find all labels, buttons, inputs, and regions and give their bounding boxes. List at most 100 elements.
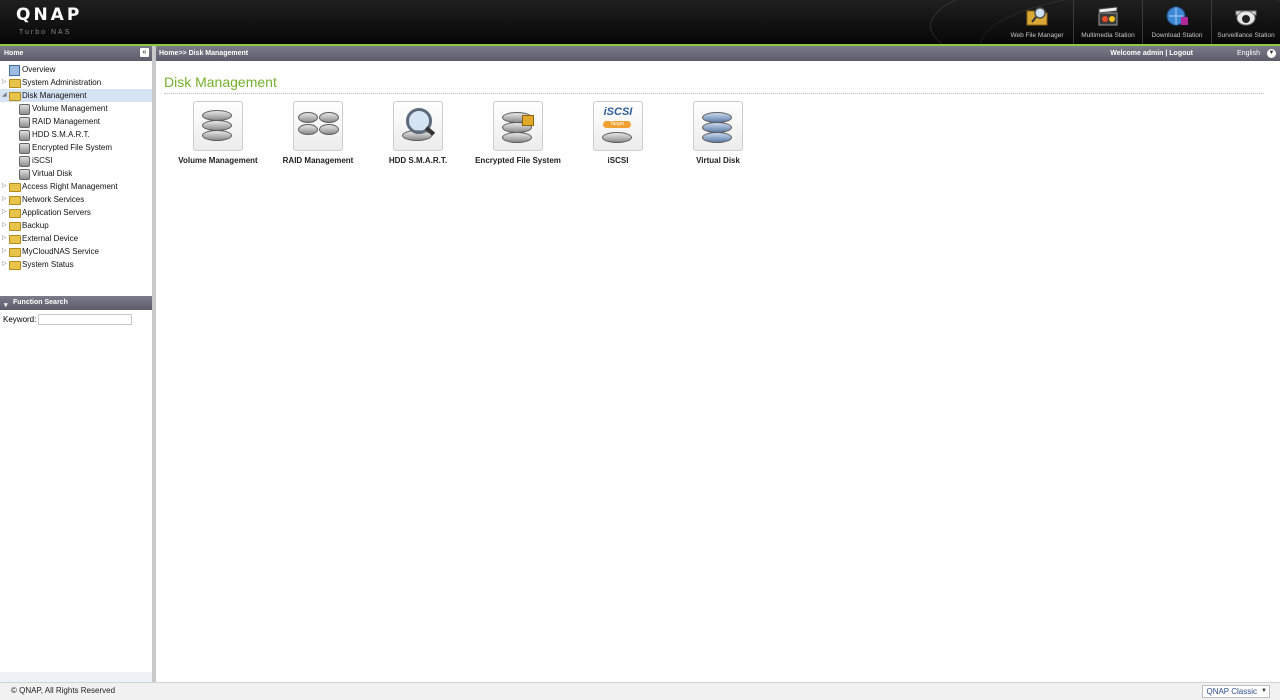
language-selector[interactable]: English xyxy=(1237,46,1260,61)
volume-management-tile[interactable]: Volume Management xyxy=(168,101,268,165)
app-label: Surveillance Station xyxy=(1217,32,1275,39)
security-camera-icon xyxy=(1235,10,1257,26)
sidebar-item-iscsi[interactable]: iSCSI xyxy=(0,154,152,167)
sidebar-item-raid-management[interactable]: RAID Management xyxy=(0,115,152,128)
tile-label: Encrypted File System xyxy=(475,156,561,165)
overview-page-icon xyxy=(9,65,20,76)
expand-arrow-icon[interactable]: ▷ xyxy=(2,76,8,89)
app-label: Web File Manager xyxy=(1010,32,1064,39)
iscsi-icon xyxy=(19,156,30,167)
multimedia-station-button[interactable]: Multimedia Station xyxy=(1073,0,1142,44)
folder-icon xyxy=(9,222,21,231)
folder-open-icon xyxy=(9,92,21,101)
breadcrumb-bar: Home>> Disk Management Welcome admin | L… xyxy=(156,46,1280,61)
sidebar: Home « Overview ▷ System Administration … xyxy=(0,46,156,682)
volume-disks-icon xyxy=(193,101,243,151)
sidebar-item-network-services[interactable]: ▷ Network Services xyxy=(0,193,152,206)
hdd-smart-tile[interactable]: HDD S.M.A.R.T. xyxy=(368,101,468,165)
sidebar-item-overview[interactable]: Overview xyxy=(0,63,152,76)
tile-label: HDD S.M.A.R.T. xyxy=(388,156,448,165)
keyword-input[interactable] xyxy=(38,314,133,325)
sidebar-item-external-device[interactable]: ▷ External Device xyxy=(0,232,152,245)
navigation-tree: Overview ▷ System Administration ◢ Disk … xyxy=(0,61,152,271)
hdd-smart-icon xyxy=(19,130,30,141)
expand-arrow-icon[interactable]: ▷ xyxy=(2,206,8,219)
folder-icon xyxy=(9,248,21,257)
virtual-disk-icon xyxy=(19,169,30,180)
encrypted-file-system-tile[interactable]: Encrypted File System xyxy=(468,101,568,165)
home-label[interactable]: Home xyxy=(4,50,23,57)
breadcrumb[interactable]: Home>> Disk Management xyxy=(159,46,248,61)
web-file-manager-button[interactable]: Web File Manager xyxy=(1001,0,1073,44)
expand-arrow-icon[interactable]: ▷ xyxy=(2,258,8,271)
iscsi-target-icon: iSCSI Target xyxy=(593,101,643,151)
sidebar-item-mycloudnas-service[interactable]: ▷ MyCloudNAS Service xyxy=(0,245,152,258)
surveillance-station-button[interactable]: Surveillance Station xyxy=(1211,0,1280,44)
chevron-down-icon[interactable]: ▼ xyxy=(1267,49,1276,58)
tile-label: Volume Management xyxy=(178,156,258,165)
brand-subtitle: Turbo NAS xyxy=(19,29,72,36)
tile-label: iSCSI xyxy=(607,156,629,165)
raid-disk-icon xyxy=(19,117,30,128)
download-globe-icon xyxy=(1166,6,1188,26)
film-clapper-icon xyxy=(1098,6,1118,26)
sidebar-header: Home « xyxy=(0,46,152,61)
sidebar-item-disk-management[interactable]: ◢ Disk Management xyxy=(0,89,152,102)
expand-arrow-icon[interactable]: ▷ xyxy=(2,193,8,206)
sidebar-item-access-right-management[interactable]: ▷ Access Right Management xyxy=(0,180,152,193)
keyword-row: Keyword: xyxy=(0,314,152,325)
folder-magnifier-icon xyxy=(1026,7,1048,26)
sidebar-item-backup[interactable]: ▷ Backup xyxy=(0,219,152,232)
tile-label: Virtual Disk xyxy=(696,156,740,165)
folder-icon xyxy=(9,79,21,88)
folder-icon xyxy=(9,183,21,192)
sidebar-item-system-status[interactable]: ▷ System Status xyxy=(0,258,152,271)
sidebar-item-application-servers[interactable]: ▷ Application Servers xyxy=(0,206,152,219)
expand-arrow-icon[interactable]: ▷ xyxy=(2,232,8,245)
sidebar-item-system-administration[interactable]: ▷ System Administration xyxy=(0,76,152,89)
tile-label: RAID Management xyxy=(282,156,354,165)
raid-management-tile[interactable]: RAID Management xyxy=(268,101,368,165)
raid-disks-icon xyxy=(293,101,343,151)
hdd-smart-magnifier-icon xyxy=(393,101,443,151)
footer: © QNAP, All Rights Reserved QNAP Classic… xyxy=(0,682,1280,700)
top-header: QNAP Turbo NAS Web File Manager Multimed… xyxy=(0,0,1280,44)
function-tiles: Volume Management RAID Management HDD S.… xyxy=(168,101,768,165)
brand-logo: QNAP xyxy=(16,5,83,25)
encrypted-disk-icon xyxy=(19,143,30,154)
function-search-header[interactable]: ▾ Function Search xyxy=(0,296,152,310)
dropdown-arrow-icon: ▼ xyxy=(1261,688,1267,694)
sidebar-item-encrypted-file-system[interactable]: Encrypted File System xyxy=(0,141,152,154)
sidebar-item-hdd-smart[interactable]: HDD S.M.A.R.T. xyxy=(0,128,152,141)
folder-icon xyxy=(9,261,21,270)
app-label: Multimedia Station xyxy=(1081,32,1135,39)
volume-disk-icon xyxy=(19,104,30,115)
theme-selector[interactable]: QNAP Classic ▼ xyxy=(1202,685,1270,698)
sidebar-bottom-bar xyxy=(0,672,152,682)
expand-arrow-icon[interactable]: ▷ xyxy=(2,180,8,193)
copyright-text: © QNAP, All Rights Reserved xyxy=(11,686,116,695)
expand-arrow-icon[interactable]: ▷ xyxy=(2,245,8,258)
collapse-arrow-icon[interactable]: ◢ xyxy=(2,89,8,102)
download-station-button[interactable]: Download Station xyxy=(1142,0,1211,44)
folder-icon xyxy=(9,209,21,218)
theme-value: QNAP Classic xyxy=(1206,687,1257,696)
main-content: Disk Management Volume Management RAID M… xyxy=(156,61,1280,682)
welcome-logout-link[interactable]: Welcome admin | Logout xyxy=(1110,46,1193,61)
iscsi-badge-text: iSCSI xyxy=(603,106,633,118)
iscsi-tile[interactable]: iSCSI Target iSCSI xyxy=(568,101,668,165)
sidebar-item-virtual-disk[interactable]: Virtual Disk xyxy=(0,167,152,180)
virtual-disk-icon xyxy=(693,101,743,151)
keyword-label: Keyword: xyxy=(3,315,37,324)
title-divider xyxy=(164,93,1264,94)
virtual-disk-tile[interactable]: Virtual Disk xyxy=(668,101,768,165)
encrypted-disk-lock-icon xyxy=(493,101,543,151)
sidebar-item-volume-management[interactable]: Volume Management xyxy=(0,102,152,115)
app-label: Download Station xyxy=(1151,32,1203,39)
expand-arrow-icon[interactable]: ▷ xyxy=(2,219,8,232)
collapse-panel-icon[interactable]: ▾ xyxy=(4,299,8,313)
collapse-sidebar-button[interactable]: « xyxy=(140,48,149,57)
app-launcher: Web File Manager Multimedia Station Down… xyxy=(1001,0,1280,44)
folder-icon xyxy=(9,235,21,244)
page-title: Disk Management xyxy=(164,74,277,90)
